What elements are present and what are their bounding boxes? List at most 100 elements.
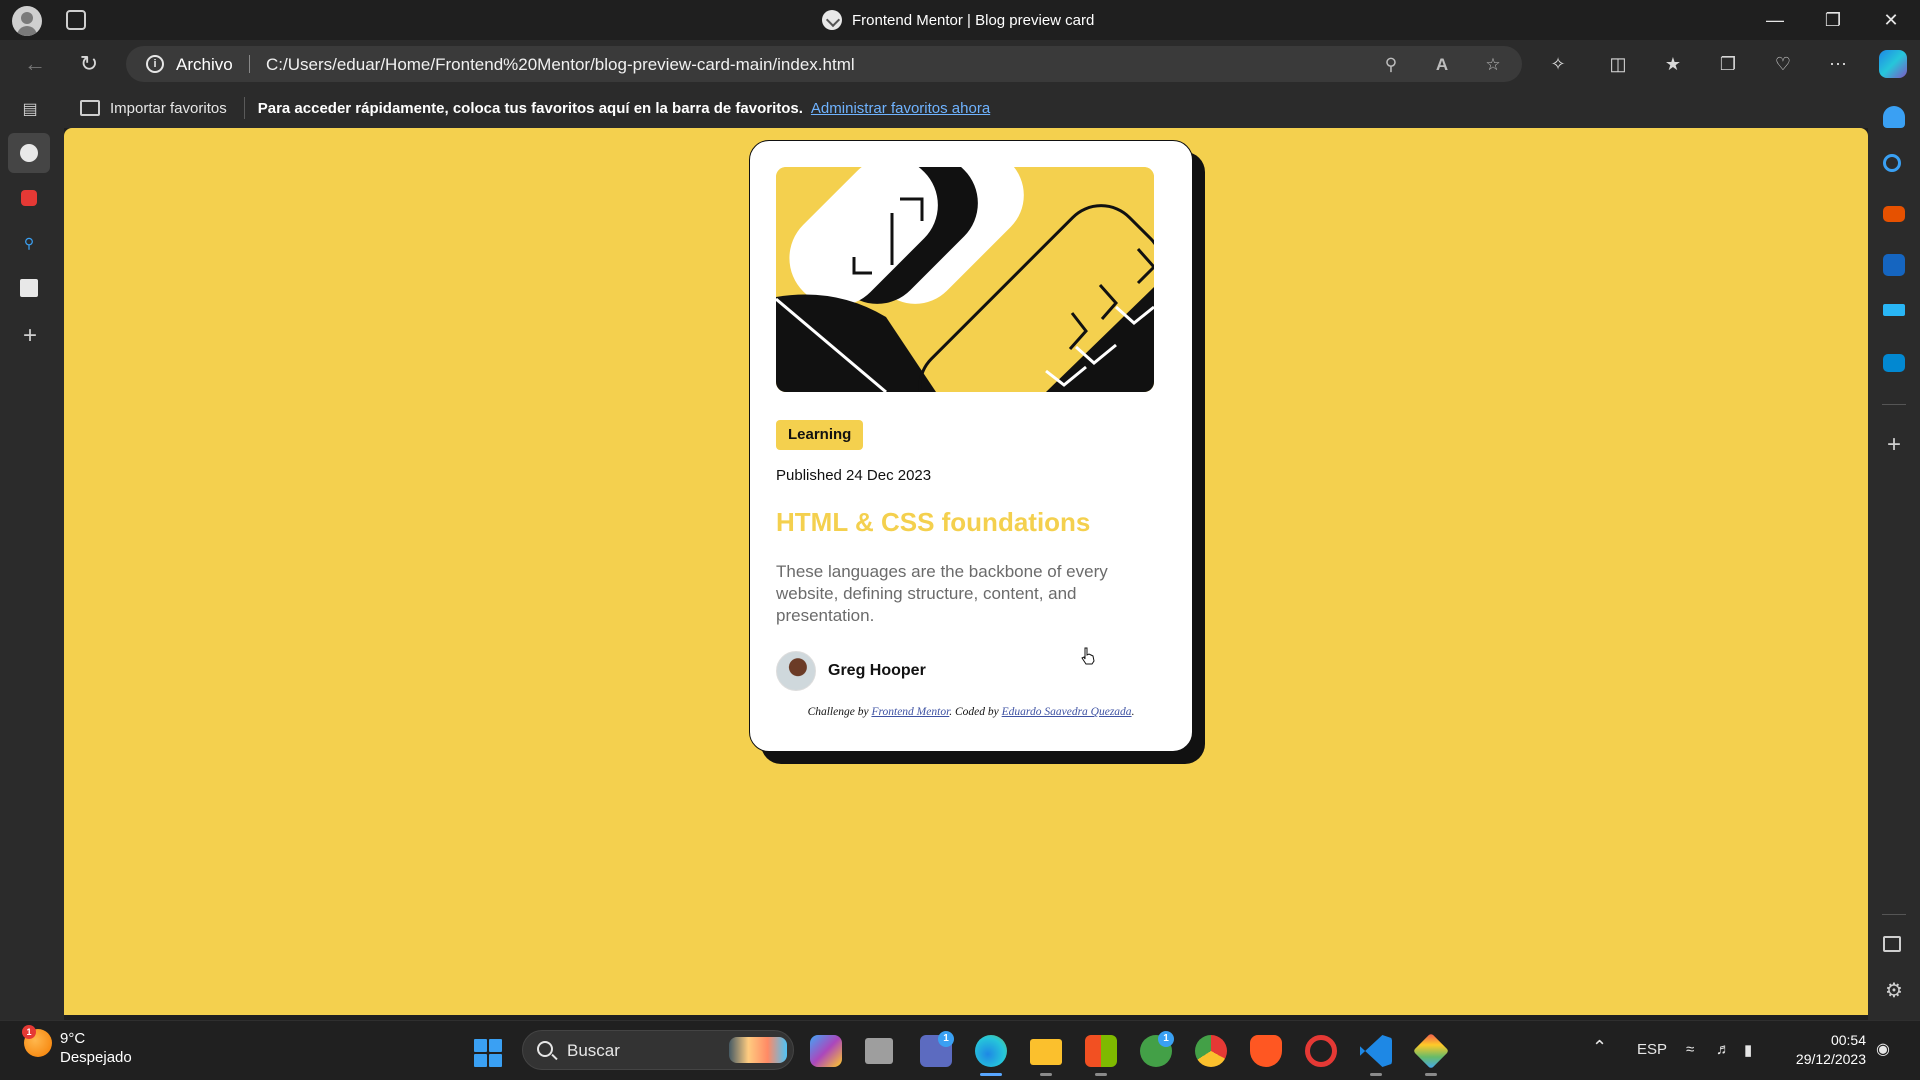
new-tab-plus-icon[interactable]: + xyxy=(20,324,40,348)
start-menu-windows-icon[interactable] xyxy=(474,1039,502,1067)
outlook-icon[interactable] xyxy=(1883,254,1905,276)
opera-app-icon[interactable] xyxy=(1305,1035,1337,1067)
card-title-link[interactable]: HTML & CSS foundations xyxy=(776,507,1090,538)
more-options-icon[interactable]: ⋯ xyxy=(1826,52,1850,76)
hide-sidebar-icon[interactable] xyxy=(1883,936,1901,952)
chrome-app-icon[interactable] xyxy=(1195,1035,1227,1067)
battery-icon[interactable]: ▮ xyxy=(1744,1041,1752,1059)
clock-date: 29/12/2023 xyxy=(1795,1051,1866,1067)
dev-tool-app-icon[interactable] xyxy=(1412,1032,1450,1070)
copilot-preview-app-icon[interactable] xyxy=(810,1035,842,1067)
favorites-message: Para acceder rápidamente, coloca tus fav… xyxy=(257,99,803,117)
weather-sun-icon: 1 xyxy=(22,1025,52,1057)
system-clock[interactable]: 00:54 29/12/2023 xyxy=(1786,1031,1866,1069)
notifications-bell-icon[interactable] xyxy=(1883,106,1905,128)
page-viewport: Learning Published 24 Dec 2023 HTML & CS… xyxy=(64,128,1868,1015)
search-highlight-art xyxy=(729,1037,787,1063)
published-date: Published 24 Dec 2023 xyxy=(776,467,932,484)
close-window-button[interactable]: ✕ xyxy=(1862,0,1920,40)
copilot-icon[interactable] xyxy=(1879,50,1907,78)
tab-actions-icon[interactable]: ▤ xyxy=(20,100,40,120)
refresh-button[interactable]: ↻ xyxy=(72,48,106,80)
zoom-icon[interactable]: ⚲ xyxy=(1380,54,1402,76)
task-view-icon[interactable] xyxy=(865,1038,893,1064)
notification-bell-icon[interactable]: ◉ xyxy=(1876,1039,1890,1059)
edge-active-indicator xyxy=(980,1073,1002,1076)
vertical-tab-2[interactable] xyxy=(8,178,50,218)
favorites-bar: Importar favoritos Para acceder rápidame… xyxy=(64,88,1868,128)
settings-gear-icon[interactable]: ⚙ xyxy=(1883,980,1905,1002)
restore-button[interactable]: ❐ xyxy=(1804,0,1862,40)
extensions-icon[interactable]: ✧ xyxy=(1546,52,1570,76)
vertical-tabs-sidebar: ▤ ⚲ + xyxy=(0,88,64,1020)
sidebar-search-icon[interactable] xyxy=(1883,154,1901,172)
vertical-tab-4[interactable] xyxy=(8,268,50,308)
category-tag: Learning xyxy=(776,420,864,450)
author-avatar xyxy=(776,651,816,691)
read-aloud-icon[interactable]: A xyxy=(1431,54,1453,76)
workspaces-icon[interactable] xyxy=(66,10,86,30)
sidebar-divider-bottom xyxy=(1882,914,1906,915)
url-text[interactable]: C:/Users/eduar/Home/Frontend%20Mentor/bl… xyxy=(266,55,855,75)
teams-badge: 1 xyxy=(938,1031,954,1047)
minimize-button[interactable]: — xyxy=(1746,0,1804,40)
attribution-suffix: . xyxy=(1131,706,1135,718)
blog-favicon-icon xyxy=(20,144,38,162)
wifi-icon[interactable]: ≈ xyxy=(1686,1041,1694,1058)
weather-description: Despejado xyxy=(60,1049,132,1066)
sidebar-divider xyxy=(1882,404,1906,405)
microsoft-store-icon[interactable] xyxy=(1085,1035,1117,1067)
windows-taskbar: 1 9°C Despejado Buscar 1 1 ⌃ ESP ≈ ♬ ▮ 0… xyxy=(0,1020,1920,1080)
blog-preview-card: Learning Published 24 Dec 2023 HTML & CS… xyxy=(749,140,1193,752)
collections-icon[interactable]: ❐ xyxy=(1716,52,1740,76)
sidebar-add-icon[interactable]: + xyxy=(1883,433,1905,457)
vertical-tab-blog-preview[interactable] xyxy=(8,133,50,173)
vscode-app-icon[interactable] xyxy=(1360,1035,1392,1067)
import-favorites-button[interactable]: Importar favoritos xyxy=(80,100,227,117)
card-excerpt: These languages are the backbone of ever… xyxy=(776,562,1108,625)
tools-briefcase-icon[interactable] xyxy=(1883,206,1905,222)
author-name: Greg Hooper xyxy=(828,662,926,679)
image-creator-icon[interactable] xyxy=(1883,354,1905,372)
back-button[interactable]: ← xyxy=(18,48,52,80)
edge-app-icon[interactable] xyxy=(975,1035,1007,1067)
browser-essentials-icon[interactable]: ♡ xyxy=(1771,52,1795,76)
attribution-prefix: Challenge by xyxy=(807,706,872,718)
show-hidden-icons-chevron-icon[interactable]: ⌃ xyxy=(1592,1037,1607,1058)
address-bar[interactable]: i Archivo C:/Users/eduar/Home/Frontend%2… xyxy=(126,46,1522,82)
send-icon[interactable] xyxy=(1883,304,1905,316)
file-explorer-icon[interactable] xyxy=(1030,1039,1062,1065)
edge-sidebar: + ⚙ xyxy=(1868,88,1920,1020)
document-tab-icon xyxy=(20,279,38,297)
illustration-graphic xyxy=(776,167,1154,392)
brave-app-icon[interactable] xyxy=(1250,1035,1282,1067)
vertical-tab-3[interactable]: ⚲ xyxy=(8,223,50,263)
dev-tool-indicator xyxy=(1425,1073,1437,1076)
search-tab-icon: ⚲ xyxy=(23,234,35,251)
profile-avatar-icon[interactable] xyxy=(12,6,42,36)
frontend-mentor-link[interactable]: Frontend Mentor xyxy=(871,706,949,718)
tab-title: Frontend Mentor | Blog preview card xyxy=(852,11,1095,29)
red-app-icon xyxy=(21,190,37,206)
attribution-middle: . Coded by xyxy=(949,706,1002,718)
language-indicator[interactable]: ESP xyxy=(1637,1041,1667,1058)
manage-favorites-link[interactable]: Administrar favoritos ahora xyxy=(811,100,990,117)
site-info-icon[interactable]: i xyxy=(146,55,164,73)
taskbar-search[interactable]: Buscar xyxy=(522,1030,794,1070)
weather-temperature: 9°C xyxy=(60,1030,86,1047)
volume-icon[interactable]: ♬ xyxy=(1716,1041,1731,1058)
favorites-icon[interactable]: ★ xyxy=(1661,52,1685,76)
store-indicator xyxy=(1095,1073,1107,1076)
favorite-star-icon[interactable]: ☆ xyxy=(1482,54,1504,76)
title-bar: Frontend Mentor | Blog preview card — ❐ … xyxy=(0,0,1920,40)
author-profile-link[interactable]: Eduardo Saavedra Quezada xyxy=(1002,706,1132,718)
favorites-divider xyxy=(243,97,245,119)
scheme-label: Archivo xyxy=(176,55,233,74)
explorer-indicator xyxy=(1040,1073,1052,1076)
vscode-indicator xyxy=(1370,1073,1382,1076)
split-screen-icon[interactable]: ◫ xyxy=(1606,52,1630,76)
active-tab[interactable]: Frontend Mentor | Blog preview card xyxy=(822,10,1094,30)
weather-widget[interactable]: 1 9°C Despejado xyxy=(22,1025,132,1067)
xbox-badge: 1 xyxy=(1158,1031,1174,1047)
card-illustration xyxy=(776,167,1154,392)
